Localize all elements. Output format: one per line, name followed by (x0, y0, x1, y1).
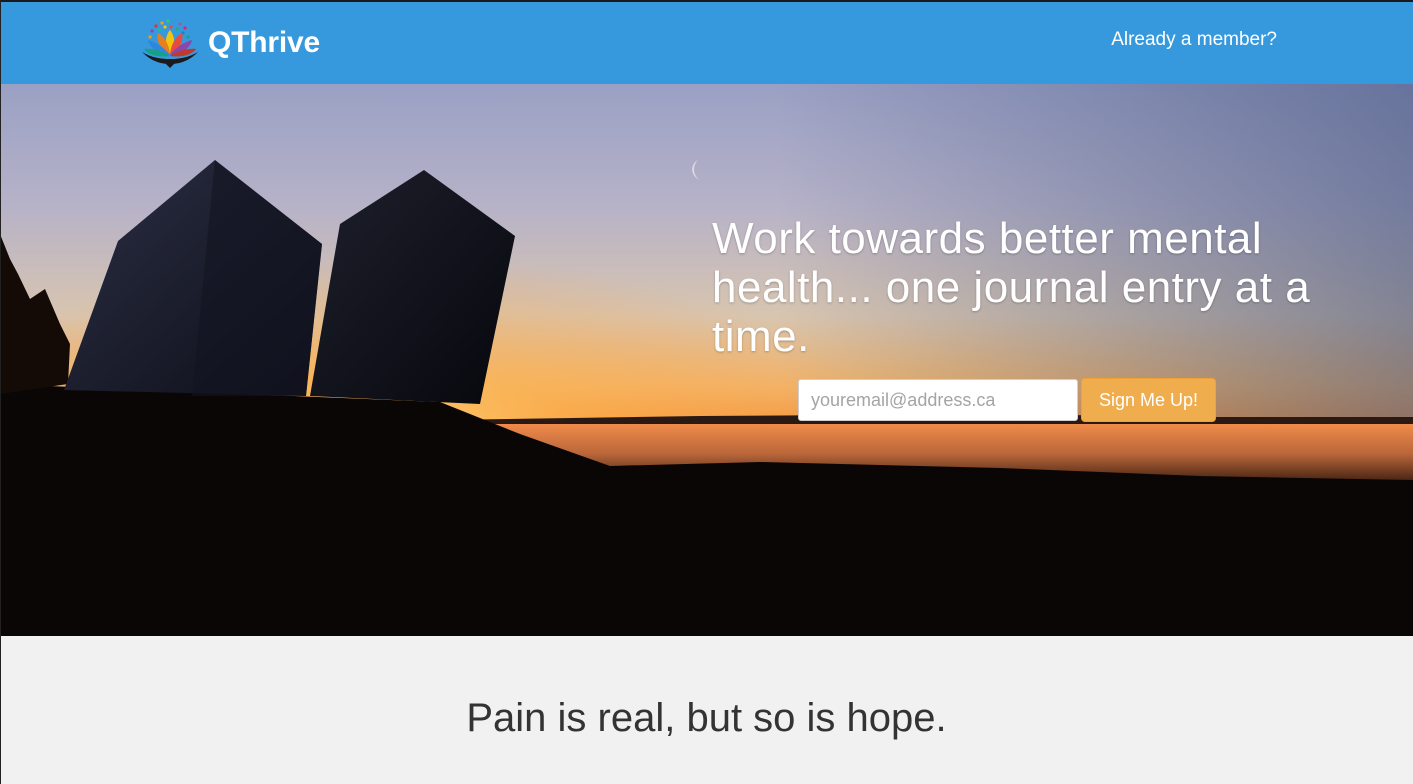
signup-form: Sign Me Up! (798, 378, 1217, 422)
lotus-logo-icon (142, 19, 198, 68)
hero-section: Work towards better mental health... one… (0, 84, 1413, 636)
navbar: QThrive Already a member? (0, 2, 1413, 84)
email-input[interactable] (798, 379, 1078, 421)
brand-name: QThrive (208, 26, 320, 59)
already-member-link[interactable]: Already a member? (1111, 29, 1277, 51)
hero-headline: Work towards better mental health... one… (712, 214, 1311, 361)
tagline-section: Pain is real, but so is hope. (0, 636, 1413, 784)
window-top-edge (0, 0, 1413, 2)
brand[interactable]: QThrive (138, 18, 320, 68)
tagline-text: Pain is real, but so is hope. (466, 696, 947, 740)
sign-up-button[interactable]: Sign Me Up! (1081, 378, 1217, 422)
